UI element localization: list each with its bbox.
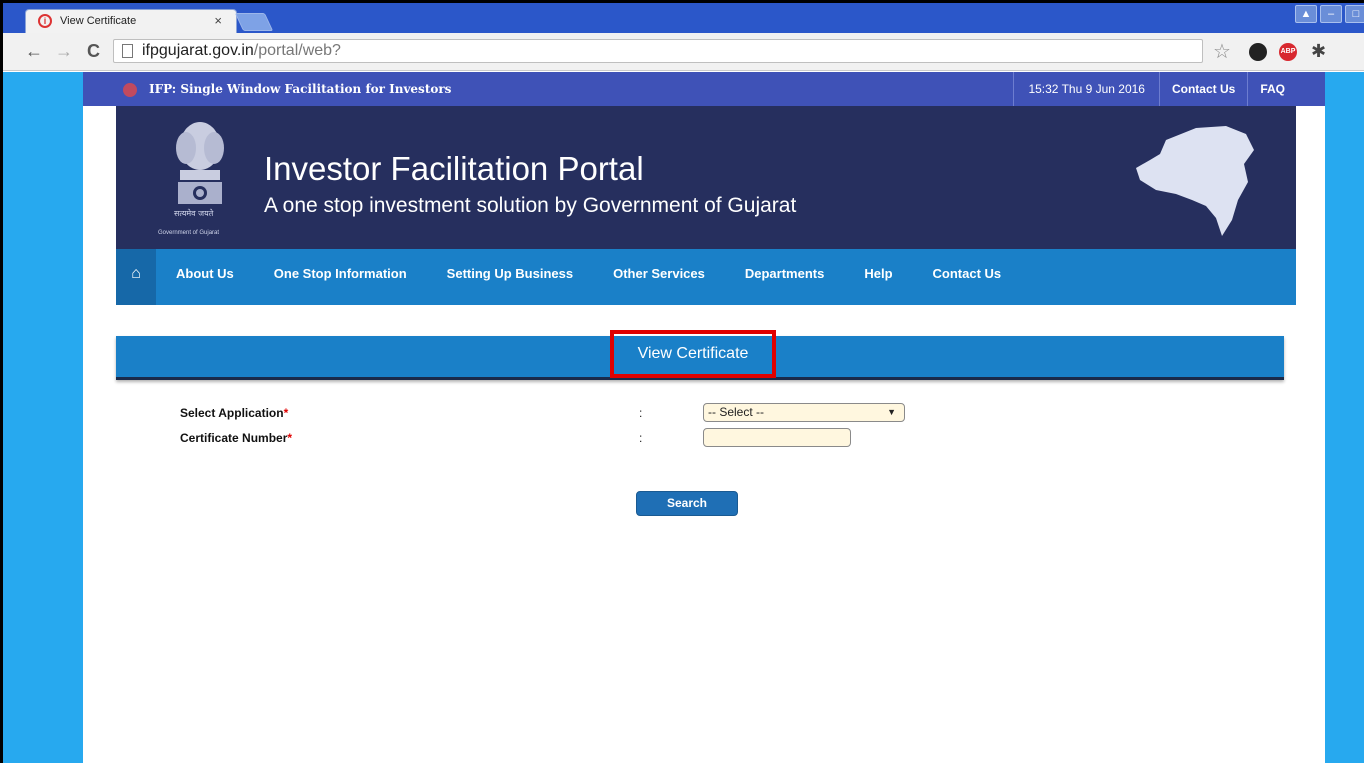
certificate-number-label: Certificate Number* <box>180 431 293 445</box>
browser-tab[interactable]: i View Certificate × <box>25 9 237 33</box>
state-emblem-icon <box>176 122 224 204</box>
forward-arrow-icon[interactable]: → <box>55 41 73 62</box>
minimize-button[interactable]: – <box>1320 5 1342 23</box>
tab-strip: i View Certificate × ▲ – □ <box>3 3 1364 33</box>
colon-separator: : <box>639 431 643 445</box>
profile-button[interactable]: ▲ <box>1295 5 1317 23</box>
left-side-margin <box>3 72 83 763</box>
browser-toolbar: ← → C ifpgujarat.gov.in/portal/web? ☆ AB… <box>3 33 1364 71</box>
colon-separator: : <box>639 406 643 420</box>
info-bar-right: 15:32 Thu 9 Jun 2016 Contact Us FAQ <box>1013 72 1297 106</box>
reload-icon[interactable]: C <box>87 41 100 62</box>
nav-items: About Us One Stop Information Setting Up… <box>156 249 1021 305</box>
favicon-icon: i <box>38 14 52 28</box>
nav-one-stop-information[interactable]: One Stop Information <box>254 249 427 305</box>
chrome-extension-icon[interactable] <box>1249 43 1267 61</box>
nav-contact-us[interactable]: Contact Us <box>913 249 1022 305</box>
faq-link[interactable]: FAQ <box>1247 72 1297 106</box>
nav-help[interactable]: Help <box>844 249 912 305</box>
view-certificate-title: View Certificate <box>610 330 776 378</box>
dropdown-arrow-icon: ▼ <box>887 407 896 417</box>
site-subtitle: A one stop investment solution by Govern… <box>264 194 797 217</box>
main-navigation: ⌂ About Us One Stop Information Setting … <box>116 249 1296 305</box>
address-bar[interactable]: ifpgujarat.gov.in/portal/web? <box>113 39 1203 63</box>
bookmark-star-icon[interactable]: ☆ <box>1213 39 1231 64</box>
page-icon <box>122 44 133 58</box>
gujarat-map-icon <box>1136 126 1254 236</box>
nav-setting-up-business[interactable]: Setting Up Business <box>427 249 593 305</box>
select-application-dropdown[interactable]: -- Select -- ▼ <box>703 403 905 422</box>
header-banner: सत्यमेव जयते Government of Gujarat Inves… <box>116 106 1296 249</box>
page-content: IFP: Single Window Facilitation for Inve… <box>3 72 1364 763</box>
select-application-label: Select Application* <box>180 406 289 420</box>
nav-other-services[interactable]: Other Services <box>593 249 725 305</box>
emblem-caption: Government of Gujarat <box>158 230 220 236</box>
section-header-bar: View Certificate <box>116 330 1284 380</box>
browser-window: i View Certificate × ▲ – □ ← → C ifpguja… <box>0 0 1364 763</box>
ifp-logo-icon <box>123 83 137 97</box>
nav-about-us[interactable]: About Us <box>156 249 254 305</box>
tab-close-icon[interactable]: × <box>214 13 222 28</box>
home-icon[interactable]: ⌂ <box>116 249 156 305</box>
search-button[interactable]: Search <box>636 491 738 516</box>
window-controls: ▲ – □ <box>1295 5 1364 23</box>
certificate-number-input[interactable] <box>703 428 851 447</box>
maximize-button[interactable]: □ <box>1345 5 1364 23</box>
url-text: ifpgujarat.gov.in/portal/web? <box>142 42 341 59</box>
new-tab-button[interactable] <box>234 13 274 31</box>
back-arrow-icon[interactable]: ← <box>25 41 43 62</box>
right-side-margin <box>1325 72 1364 763</box>
adblock-icon[interactable]: ABP <box>1279 43 1297 61</box>
emblem-motto: सत्यमेव जयते <box>174 209 214 218</box>
contact-us-link[interactable]: Contact Us <box>1158 72 1247 106</box>
info-bar-title: IFP: Single Window Facilitation for Inve… <box>149 82 452 96</box>
site-title: Investor Facilitation Portal <box>264 150 644 187</box>
tab-title: View Certificate <box>60 15 137 27</box>
select-value: -- Select -- <box>708 405 765 419</box>
date-time: 15:32 Thu 9 Jun 2016 <box>1013 72 1159 106</box>
top-info-bar: IFP: Single Window Facilitation for Inve… <box>83 72 1325 106</box>
puzzle-extension-icon[interactable]: ✱ <box>1311 41 1326 62</box>
nav-departments[interactable]: Departments <box>725 249 844 305</box>
